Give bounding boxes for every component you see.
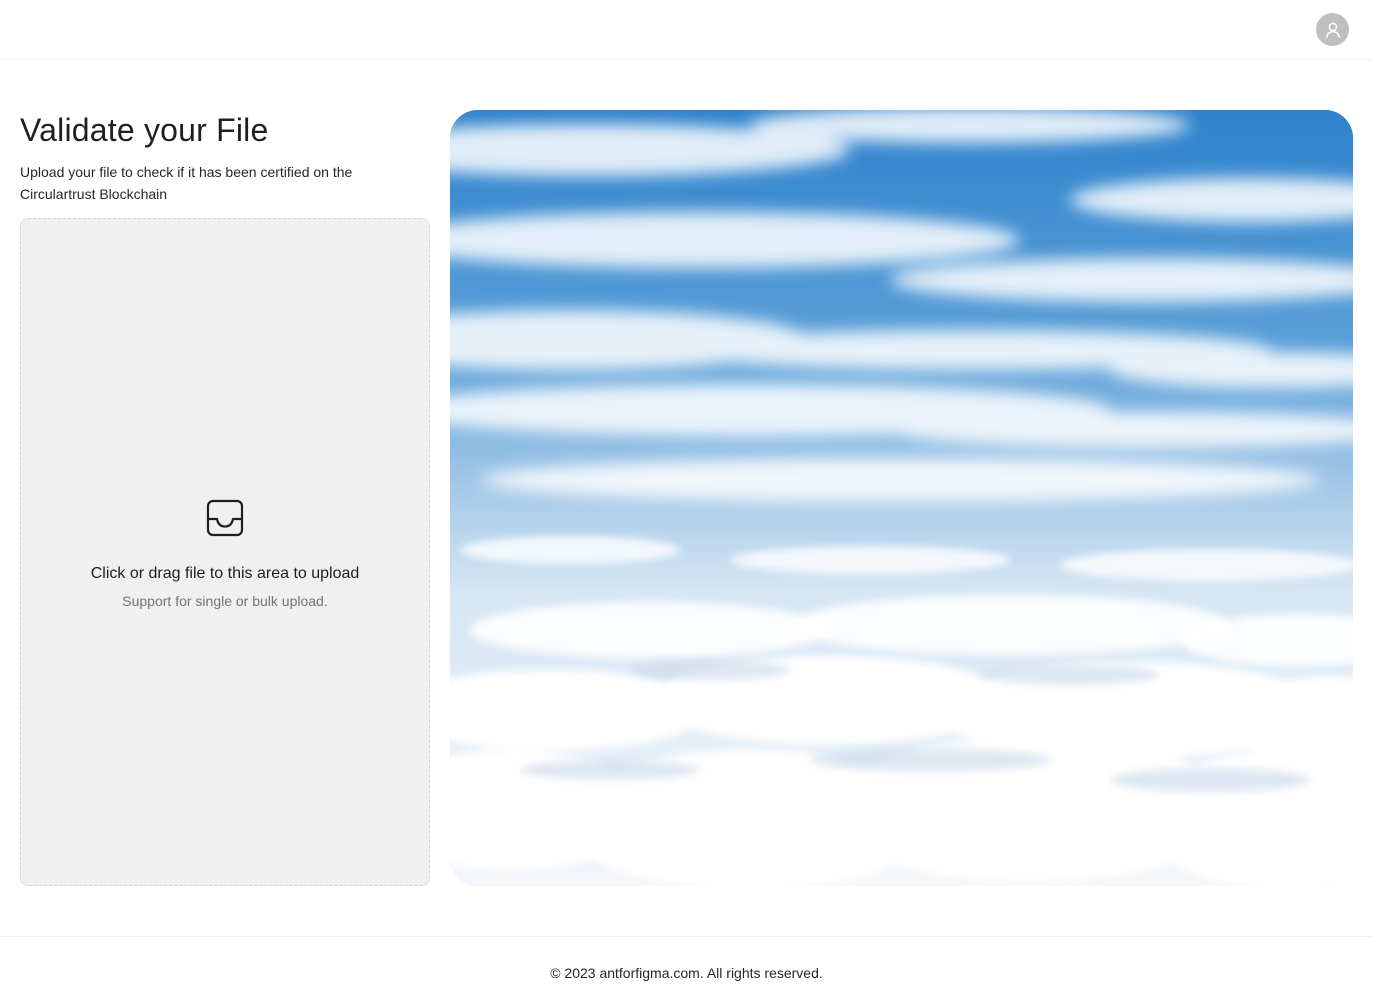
app-header — [0, 0, 1373, 60]
page-title: Validate your File — [20, 112, 269, 148]
user-avatar[interactable] — [1316, 13, 1349, 46]
user-icon — [1325, 22, 1340, 38]
dropzone-content: Click or drag file to this area to uploa… — [21, 499, 429, 612]
upload-hint: Support for single or bulk upload. — [122, 593, 328, 609]
page-description: Upload your file to check if it has been… — [20, 164, 353, 202]
file-upload-dropzone[interactable]: Click or drag file to this area to uploa… — [20, 218, 430, 886]
upload-text: Click or drag file to this area to uploa… — [90, 565, 360, 582]
validate-panel: Validate your File Upload your file to c… — [20, 110, 430, 205]
copyright-text: © 2023 antforfigma.com. All rights reser… — [550, 965, 823, 981]
app-footer: © 2023 antforfigma.com. All rights reser… — [0, 936, 1373, 1008]
sky-clouds-photo — [450, 110, 1353, 886]
inbox-icon — [206, 499, 244, 537]
